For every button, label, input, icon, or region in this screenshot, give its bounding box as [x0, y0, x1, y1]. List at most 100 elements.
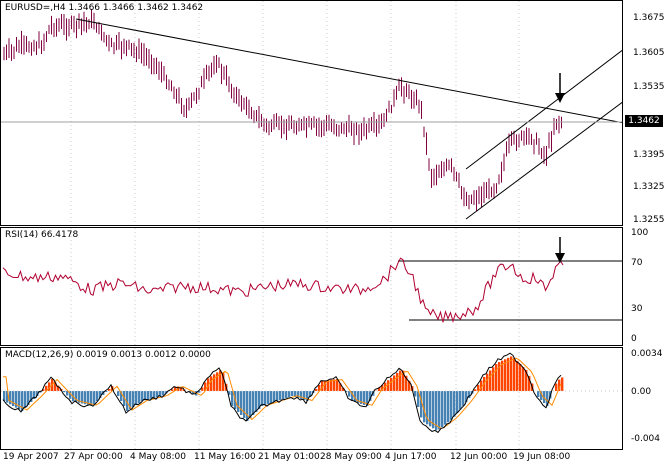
price-tick: 1.3255 [633, 215, 665, 225]
macd-histogram-bar [270, 391, 273, 403]
macd-histogram-bar [522, 367, 525, 391]
macd-value: 0.0013 [110, 350, 143, 360]
rsi-header: RSI(14) 66.4178 [5, 230, 78, 240]
macd-canvas [1, 348, 622, 449]
macd-histogram-bar [9, 391, 12, 405]
macd-histogram-bar [516, 361, 519, 391]
macd-indicator-pane[interactable]: MACD(12,26,9) 0.0019 0.0013 0.0012 0.000… [0, 347, 623, 450]
rsi-line [2, 257, 564, 324]
macd-histogram-bar [276, 391, 279, 401]
time-tick: 28 May 09:00 [320, 452, 382, 462]
macd-histogram-bar [555, 383, 558, 391]
macd-histogram-bar [297, 391, 300, 398]
macd-histogram-bar [519, 364, 522, 391]
macd-histogram-bar [243, 391, 246, 418]
macd-histogram-bar [237, 391, 240, 412]
macd-histogram-bar [414, 391, 417, 397]
macd-tick: -0.004 [631, 434, 661, 444]
macd-histogram-bar [390, 377, 393, 391]
macd-histogram-bar [462, 391, 465, 406]
macd-histogram-bar [444, 391, 447, 425]
price-tick: 1.3605 [633, 48, 665, 58]
price-tick: 1.3325 [633, 182, 665, 192]
price-tick: 1.3395 [633, 150, 665, 160]
macd-histogram-bar [150, 391, 153, 399]
macd-histogram-bar [93, 391, 96, 404]
macd-tick: 0.00 [631, 387, 652, 397]
rsi-canvas [2, 228, 622, 345]
macd-histogram-bar [231, 391, 234, 406]
macd-histogram-bar [264, 391, 267, 405]
rsi-tick: 100 [631, 228, 649, 238]
rsi-tick: 30 [631, 304, 643, 314]
macd-histogram-bar [396, 373, 399, 391]
macd-histogram-bar [132, 391, 135, 407]
macd-value: 0.0019 [76, 350, 108, 360]
macd-histogram-bar [441, 391, 444, 427]
price-chart-canvas [1, 1, 622, 225]
rsi-tick: 0 [631, 334, 637, 344]
macd-histogram-bar [348, 391, 351, 397]
macd-histogram-bar [261, 391, 264, 406]
time-tick: 11 May 16:00 [194, 452, 256, 462]
macd-histogram-bar [537, 391, 540, 397]
macd-histogram-bar [279, 391, 282, 400]
macd-histogram-bar [255, 391, 258, 412]
macd-histogram-bar [252, 391, 255, 415]
macd-histogram-bar [399, 370, 402, 391]
macd-value: 0.0012 [144, 350, 177, 360]
macd-histogram-bar [486, 373, 489, 391]
rsi-title: RSI(14) [5, 230, 39, 240]
price-chart-pane[interactable]: EURUSD=,H4 1.3466 1.3466 1.3462 1.3462 [0, 0, 623, 226]
trend-line [75, 18, 622, 124]
time-tick: 19 Jun 08:00 [513, 452, 571, 462]
macd-histogram-bar [210, 376, 213, 391]
time-tick: 12 Jun 00:00 [450, 452, 508, 462]
macd-histogram-bar [216, 372, 219, 391]
time-tick: 4 May 08:00 [130, 452, 186, 462]
macd-histogram-bar [489, 370, 492, 391]
rsi-indicator-pane[interactable]: RSI(14) 66.4178 [0, 227, 623, 346]
macd-histogram-bar [492, 367, 495, 391]
rsi-value: 66.4178 [40, 230, 79, 240]
macd-histogram-bar [24, 391, 27, 408]
ohlc-open: 1.3466 [68, 3, 101, 13]
macd-histogram-bar [438, 391, 441, 430]
macd-axis: 0.0034 0.00 -0.004 [623, 347, 668, 450]
macd-histogram-bar [117, 391, 120, 396]
macd-histogram-bar [273, 391, 276, 402]
ohlc-close: 1.3462 [171, 3, 204, 13]
symbol-title: EURUSD=,H4 [5, 3, 66, 13]
macd-histogram-bar [135, 391, 138, 405]
macd-title: MACD(12,26,9) [5, 350, 74, 360]
macd-histogram-bar [495, 364, 498, 391]
macd-histogram-bar [282, 391, 285, 399]
ohlc-low: 1.3462 [137, 3, 169, 13]
rsi-axis: 100 70 30 0 [623, 227, 668, 346]
macd-histogram-bar [267, 391, 270, 404]
macd-histogram-bar [450, 391, 453, 420]
macd-histogram-bar [141, 391, 144, 401]
current-price-tag: 1.3462 [625, 115, 663, 127]
macd-histogram-bar [249, 391, 252, 418]
time-tick: 21 May 01:00 [258, 452, 320, 462]
macd-histogram-bar [504, 359, 507, 391]
macd-histogram-bar [285, 391, 288, 398]
time-tick: 27 Apr 00:00 [64, 452, 123, 462]
macd-histogram-bar [510, 356, 513, 391]
macd-histogram-bar [453, 391, 456, 417]
macd-histogram-bar [474, 389, 477, 391]
macd-header: MACD(12,26,9) 0.0019 0.0013 0.0012 0.000… [5, 350, 211, 360]
macd-histogram-bar [162, 391, 165, 396]
price-tick: 1.3675 [633, 13, 665, 23]
price-axis: 1.3675 1.3605 1.3535 1.3395 1.3325 1.325… [623, 0, 668, 226]
price-tick: 1.3535 [633, 82, 665, 92]
macd-histogram-bar [447, 391, 450, 423]
price-chart-header: EURUSD=,H4 1.3466 1.3466 1.3462 1.3462 [5, 3, 203, 13]
macd-histogram-bar [153, 391, 156, 398]
macd-tick: 0.0034 [631, 349, 663, 359]
time-tick: 19 Apr 2007 [3, 452, 59, 462]
macd-histogram-bar [96, 391, 99, 401]
signal-arrow-icon [555, 93, 565, 103]
rsi-tick: 70 [631, 258, 643, 268]
